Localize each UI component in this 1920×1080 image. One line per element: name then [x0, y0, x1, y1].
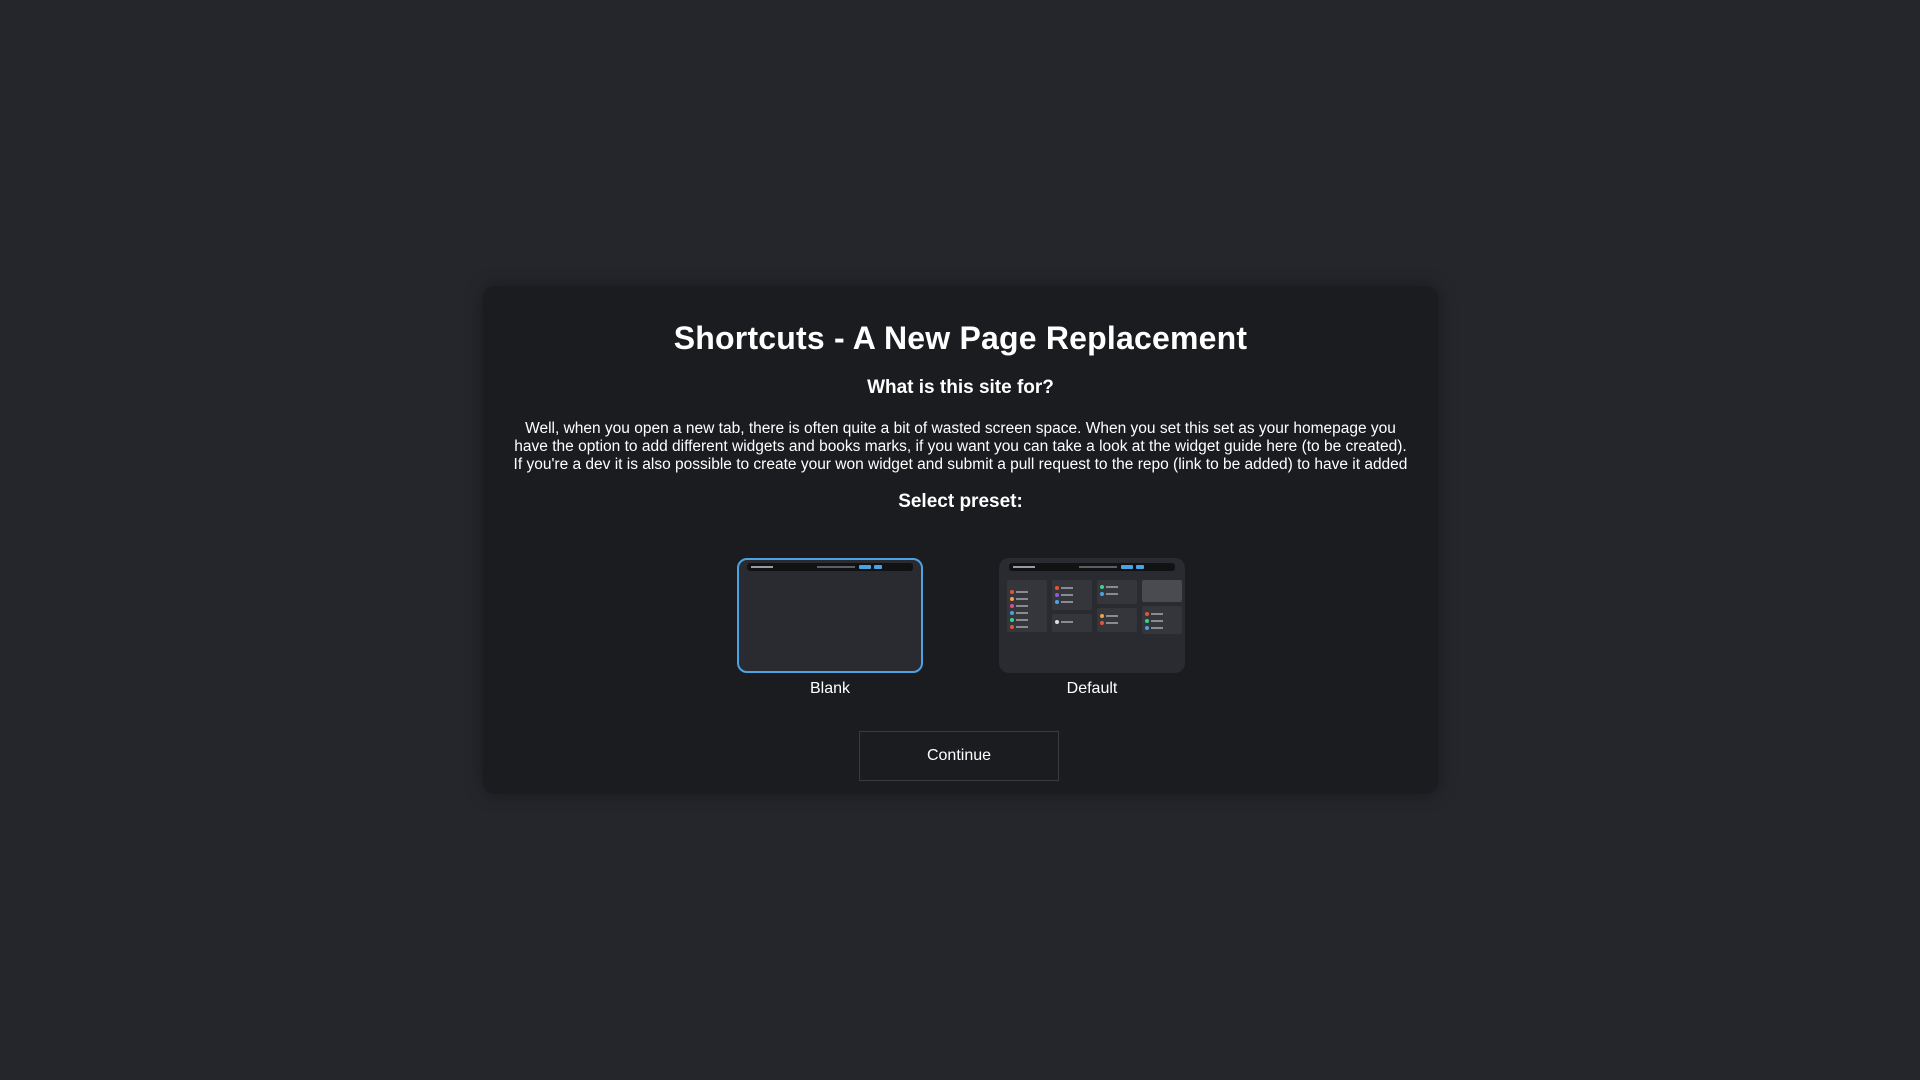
- dialog-subtitle: What is this site for?: [867, 377, 1054, 398]
- continue-button[interactable]: Continue: [859, 731, 1059, 781]
- preset-label-blank: Blank: [809, 680, 851, 697]
- preset-heading: Select preset:: [898, 491, 1023, 512]
- thumbnail-widget: [1052, 614, 1092, 632]
- thumbnail-widget: [1097, 580, 1137, 604]
- thumbnail-widget: [1142, 606, 1182, 634]
- description-line: If you're a dev it is also possible to c…: [513, 456, 1408, 473]
- preset-option-blank[interactable]: Blank: [735, 558, 925, 698]
- description-line: have the option to add different widgets…: [514, 438, 1407, 455]
- thumbnail-widget: [1007, 580, 1047, 632]
- page: Shortcuts - A New Page Replacement What …: [0, 0, 1920, 1080]
- site-description: Well, when you open a new tab, there is …: [493, 420, 1428, 474]
- preset-thumbnail-blank[interactable]: [737, 558, 923, 673]
- thumbnail-widget: [1097, 608, 1137, 632]
- thumbnail-search-bar: [1009, 563, 1175, 571]
- thumbnail-widget: [1052, 580, 1092, 610]
- description-line: Well, when you open a new tab, there is …: [525, 420, 1396, 437]
- preset-label-default: Default: [1066, 680, 1118, 697]
- preset-option-default[interactable]: Default: [997, 558, 1187, 698]
- setup-dialog: Shortcuts - A New Page Replacement What …: [483, 286, 1438, 794]
- preset-thumbnail-default[interactable]: [999, 558, 1185, 673]
- thumbnail-search-bar: [747, 563, 913, 571]
- dialog-title: Shortcuts - A New Page Replacement: [673, 320, 1248, 356]
- thumbnail-widget: [1142, 580, 1182, 602]
